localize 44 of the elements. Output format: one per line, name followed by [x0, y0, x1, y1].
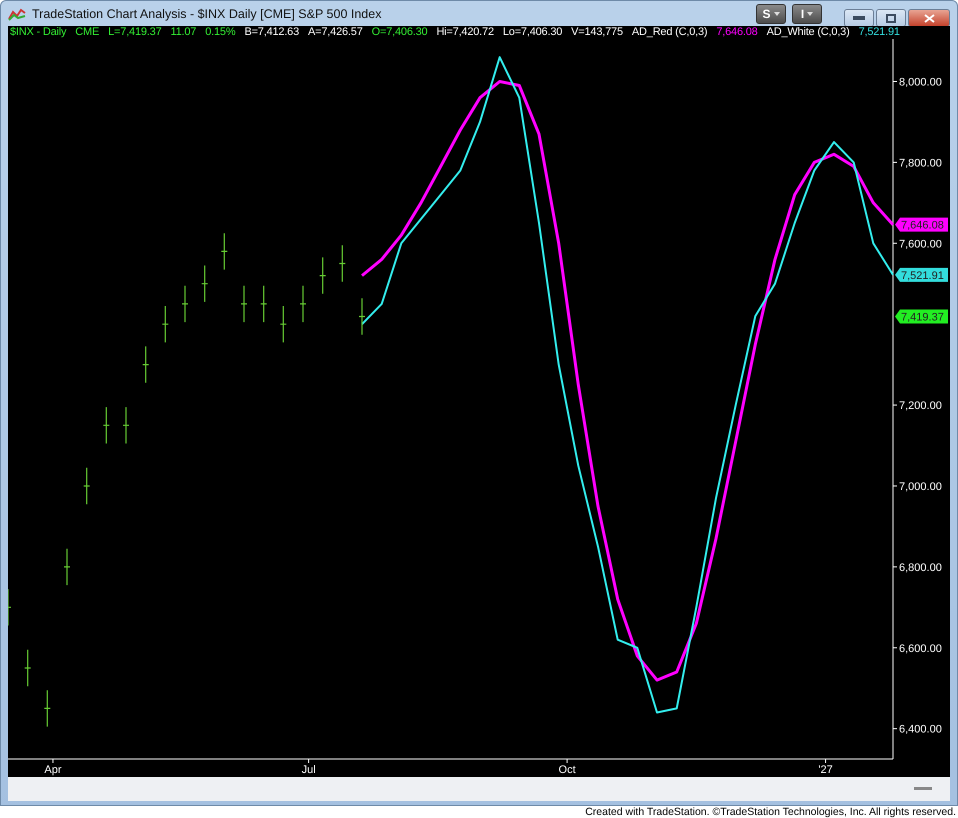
caret-icon: [774, 12, 780, 16]
axis-label: 7,000.00: [899, 480, 942, 493]
axis-label: '27: [818, 764, 833, 776]
maximize-icon: [886, 14, 896, 22]
axis-label: Jul: [302, 764, 316, 776]
close-button[interactable]: [908, 9, 950, 27]
quote-field: O=7,406.30: [372, 26, 428, 39]
axis-label: 6,400.00: [899, 723, 942, 736]
toolbar-button[interactable]: I: [792, 4, 822, 24]
minimize-icon: [853, 16, 865, 20]
axis-label: 6,800.00: [899, 562, 942, 574]
quote-field: 0.15%: [205, 26, 236, 39]
quote-field: AD_White (C,0,3): [766, 26, 850, 39]
quote-field: 7,646.08: [716, 26, 758, 39]
axis-label: Oct: [558, 764, 576, 776]
chart-icon: [8, 6, 26, 20]
tag-value: 7,419.37: [901, 311, 944, 324]
minimize-button[interactable]: [844, 9, 874, 27]
toolbar-button[interactable]: S: [756, 4, 786, 24]
quote-field: 7,521.91: [858, 26, 900, 39]
axis-label: 6,600.00: [899, 642, 942, 654]
copyright-text: Created with TradeStation. ©TradeStation Technologies, Inc. All rights reserved.: [585, 806, 956, 818]
quote-field: Hi=7,420.72: [436, 26, 494, 39]
window-title: TradeStation Chart Analysis - $INX Daily [CME] S&P 500 Index: [32, 6, 382, 20]
quote-field: V=143,775: [571, 26, 623, 39]
tag-value: 7,646.08: [901, 219, 944, 232]
caret-icon: [807, 12, 814, 16]
axis-label: 7,600.00: [899, 238, 942, 250]
quote-field: 11.07: [170, 26, 196, 39]
axis-label: 7,800.00: [899, 157, 942, 170]
close-icon: [924, 14, 934, 22]
handle-icon: [914, 787, 932, 790]
quote-field: $INX - Daily: [10, 26, 66, 39]
tag-value: 7,521.91: [901, 269, 944, 282]
quote-field: B=7,412.63: [244, 26, 300, 39]
quote-field: CME: [75, 26, 100, 39]
axis-label: 7,200.00: [899, 400, 942, 412]
axis-label: Apr: [44, 764, 62, 776]
quote-field: Lo=7,406.30: [502, 26, 562, 39]
quote-field: AD_Red (C,0,3): [632, 26, 708, 39]
axis-label: 8,000.00: [899, 76, 942, 88]
quote-field: L=7,419.37: [108, 26, 162, 39]
maximize-button[interactable]: [876, 9, 906, 27]
quote-field: A=7,426.57: [308, 26, 363, 39]
